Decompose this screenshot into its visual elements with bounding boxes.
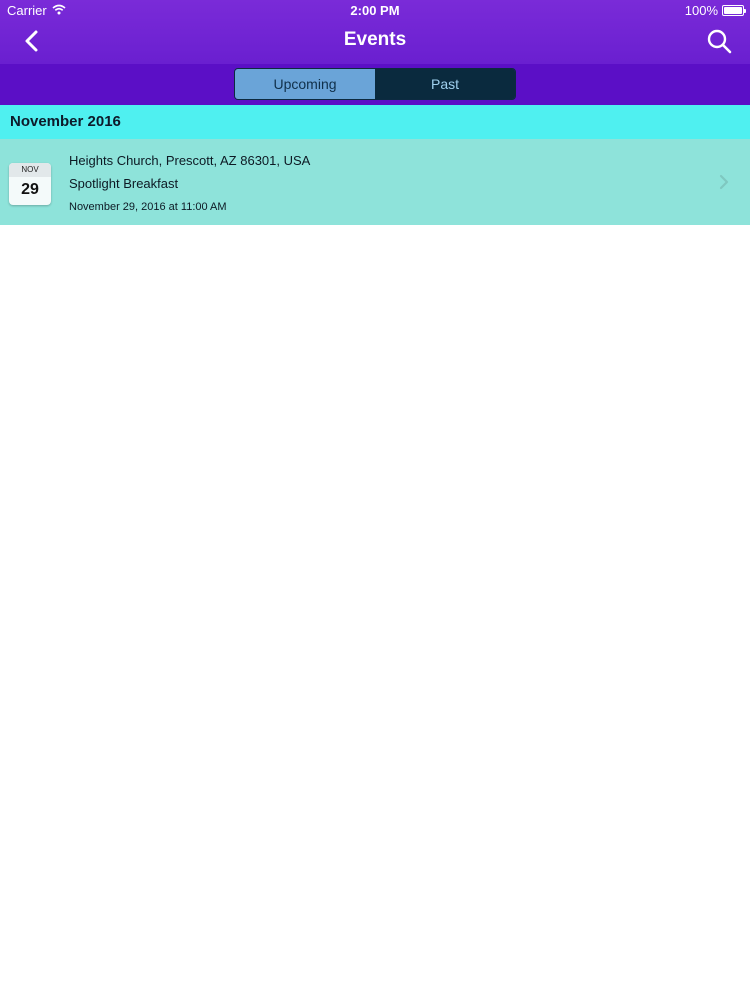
status-time: 2:00 PM [350, 3, 400, 18]
search-icon [707, 29, 732, 54]
calendar-month: NOV [9, 163, 51, 177]
battery-percent: 100% [684, 3, 718, 18]
battery-fill [724, 7, 742, 14]
chevron-right-icon [719, 174, 729, 190]
page-title: Events [343, 29, 407, 50]
segmented-control: Upcoming Past [234, 68, 516, 100]
search-button[interactable] [704, 26, 734, 56]
segment-bar: Upcoming Past [0, 64, 750, 105]
nav-row: Events [0, 20, 750, 62]
event-details: Heights Church, Prescott, AZ 86301, USA … [69, 153, 310, 214]
section-header: November 2016 [0, 105, 750, 139]
event-location: Heights Church, Prescott, AZ 86301, USA [69, 153, 311, 168]
tab-upcoming[interactable]: Upcoming [235, 69, 375, 99]
battery-icon [722, 5, 746, 16]
status-bar: Carrier 2:00 PM 100% [0, 0, 750, 20]
calendar-day: 29 [21, 181, 39, 198]
tab-past[interactable]: Past [375, 69, 515, 99]
battery-group: 100% [684, 3, 746, 18]
event-row[interactable]: NOV 29 Heights Church, Prescott, AZ 8630… [0, 139, 750, 225]
navigation-bar: Carrier 2:00 PM 100% Events [0, 0, 750, 64]
event-name: Spotlight Breakfast [69, 176, 179, 191]
event-datetime: November 29, 2016 at 11:00 AM [69, 201, 227, 213]
calendar-icon: NOV 29 [9, 163, 51, 205]
